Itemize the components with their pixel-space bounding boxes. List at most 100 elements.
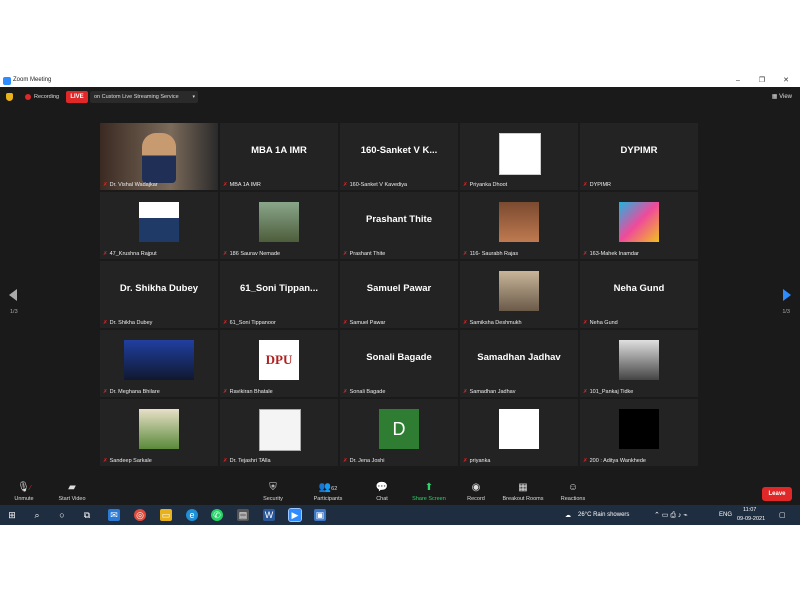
participants-button[interactable]: 👥62 Participants — [306, 481, 350, 502]
start-video-button[interactable]: ▰ Start Video — [50, 481, 94, 502]
participant-tile[interactable]: ✗ priyanka — [460, 399, 578, 466]
participant-tile[interactable]: ✗ Sandeep Sarkale — [100, 399, 218, 466]
weather-text[interactable]: 26°C Rain showers — [578, 512, 629, 518]
participant-name-label: ✗ DYPIMR — [583, 182, 611, 188]
participant-name-label: ✗ Sandeep Sarkale — [103, 458, 152, 464]
participant-tile[interactable]: ✗ Samiksha Deshmukh — [460, 261, 578, 328]
next-page-arrow-icon[interactable] — [783, 289, 791, 301]
participant-name-label: ✗ 186 Saurav Nemade — [223, 251, 280, 257]
mail-icon[interactable]: ✉ — [108, 509, 120, 521]
participant-display-name: Dr. Shikha Dubey — [119, 283, 199, 294]
participant-tile[interactable]: ✗ 116- Saurabh Rajas — [460, 192, 578, 259]
participant-tile[interactable]: 160-Sanket V K... ✗ 160-Sanket V Kavediya — [340, 123, 458, 190]
participant-tile[interactable]: ✗ 163-Mahek Inamdar — [580, 192, 698, 259]
participant-avatar — [499, 133, 541, 175]
reactions-label: Reactions — [560, 496, 586, 502]
edge-icon[interactable]: e — [186, 509, 198, 521]
participant-avatar — [259, 202, 299, 242]
whatsapp-icon[interactable]: ✆ — [211, 509, 223, 521]
language-indicator[interactable]: ENG — [719, 512, 732, 518]
window-title: Zoom Meeting — [13, 77, 52, 83]
security-button[interactable]: ⛨ Security — [251, 481, 295, 502]
file-explorer-icon[interactable]: ▭ — [160, 509, 172, 521]
share-screen-button[interactable]: ⬆ Share Screen — [407, 481, 451, 502]
participant-avatar — [139, 409, 179, 449]
participant-tile[interactable]: ✗ 101_Pankaj Tidke — [580, 330, 698, 397]
record-icon: ◉ — [471, 482, 481, 493]
participant-name-text: DYPIMR — [589, 182, 611, 188]
view-button[interactable]: ▦ View — [772, 93, 792, 100]
microphone-muted-icon: ✗ — [343, 251, 348, 257]
chat-button[interactable]: 💬 Chat — [360, 481, 404, 502]
breakout-rooms-button[interactable]: ▦ Breakout Rooms — [495, 481, 551, 502]
participant-tile[interactable]: ✗ 47_Krushna Rajput — [100, 192, 218, 259]
microphone-muted-icon: ✗ — [583, 389, 588, 395]
microphone-muted-icon: ✗ — [463, 458, 468, 464]
clock-time[interactable]: 11:07 — [743, 507, 756, 513]
participant-tile[interactable]: Dr. Shikha Dubey ✗ Dr. Shikha Dubey — [100, 261, 218, 328]
participant-tile[interactable]: ✗ Dr. Meghana Bhilare — [100, 330, 218, 397]
live-stream-dropdown[interactable]: on Custom Live Streaming Service ▾ — [90, 91, 198, 103]
participant-name-text: Dr. Vishal Wadajkar — [109, 182, 158, 188]
participant-avatar — [499, 202, 539, 242]
shield-icon[interactable] — [6, 93, 13, 101]
photos-icon[interactable]: ▣ — [314, 509, 326, 521]
participants-icon: 👥62 — [318, 482, 338, 493]
participant-tile[interactable]: ✗ 200 : Aditya Wankhede — [580, 399, 698, 466]
participant-tile[interactable]: D ✗ Dr. Jena Joshi — [340, 399, 458, 466]
reactions-icon: ☺ — [567, 482, 579, 493]
participant-display-name: Prashant Thite — [366, 214, 432, 225]
participant-tile[interactable]: ✗ Dr. Tejashri TAlla — [220, 399, 338, 466]
leave-button[interactable]: Leave — [762, 487, 792, 501]
participant-name-text: Ravikiran Bhatale — [229, 389, 273, 395]
grid-icon: ▦ — [771, 94, 778, 100]
participant-avatar — [124, 340, 194, 380]
search-icon[interactable]: ⌕ — [31, 509, 43, 521]
participant-name-label: ✗ Samiksha Deshmukh — [463, 320, 522, 326]
windows-start-icon[interactable]: ⊞ — [6, 509, 18, 521]
minimize-button[interactable]: – — [728, 75, 748, 87]
participant-name-label: ✗ 47_Krushna Rajput — [103, 251, 157, 257]
participant-tile[interactable]: DPU ✗ Ravikiran Bhatale — [220, 330, 338, 397]
notifications-icon[interactable]: ▢ — [779, 511, 786, 519]
participant-name-text: 186 Saurav Nemade — [229, 251, 281, 257]
participant-tile[interactable]: Neha Gund ✗ Neha Gund — [580, 261, 698, 328]
task-view-icon[interactable]: ⧉ — [81, 509, 93, 521]
participant-avatar — [499, 271, 539, 311]
system-tray-icons[interactable]: ⌃ ▭ ⎙ ♪ ⌁ — [654, 511, 688, 520]
microphone-muted-icon: ✗ — [463, 320, 468, 326]
store-icon[interactable]: ▤ — [237, 509, 249, 521]
record-button[interactable]: ◉ Record — [454, 481, 498, 502]
recording-icon — [25, 94, 31, 100]
microphone-muted-icon: ✗ — [103, 389, 108, 395]
participant-tile[interactable]: 61_Soni Tippan... ✗ 61_Soni Tippanoor — [220, 261, 338, 328]
share-screen-label: Share Screen — [412, 496, 446, 502]
participant-tile[interactable]: ✗ 186 Saurav Nemade — [220, 192, 338, 259]
reactions-button[interactable]: ☺ Reactions — [551, 481, 595, 502]
participant-tile[interactable]: Samuel Pawar ✗ Samuel Pawar — [340, 261, 458, 328]
maximize-button[interactable]: ❐ — [752, 75, 772, 87]
clock-date[interactable]: 09-09-2021 — [737, 516, 765, 522]
participant-tile[interactable]: Sonali Bagade ✗ Sonali Bagade — [340, 330, 458, 397]
participant-tile[interactable]: Samadhan Jadhav ✗ Samadhan Jadhav — [460, 330, 578, 397]
microphone-muted-icon: ✗ — [343, 458, 348, 464]
zoom-taskbar-icon[interactable]: ▶ — [288, 508, 302, 522]
word-icon[interactable]: W — [263, 509, 275, 521]
participant-name-text: Dr. Shikha Dubey — [109, 320, 153, 326]
participant-tile[interactable]: Prashant Thite ✗ Prashant Thite — [340, 192, 458, 259]
microphone-muted-icon: ✗ — [463, 182, 468, 188]
chrome-icon[interactable]: ◎ — [134, 509, 146, 521]
participant-tile[interactable]: MBA 1A IMR ✗ MBA 1A IMR — [220, 123, 338, 190]
participant-display-name: Sonali Bagade — [366, 352, 432, 363]
close-button[interactable]: ✕ — [776, 75, 796, 87]
participant-name-label: ✗ 200 : Aditya Wankhede — [583, 458, 646, 464]
unmute-label: Unmute — [14, 496, 34, 502]
unmute-button[interactable]: 🎙⁄ Unmute — [2, 481, 46, 502]
cortana-icon[interactable]: ○ — [56, 509, 68, 521]
participant-tile[interactable]: ✗ Dr. Vishal Wadajkar — [100, 123, 218, 190]
participant-tile[interactable]: ✗ Priyanka Dhoot — [460, 123, 578, 190]
participant-name-label: ✗ priyanka — [463, 458, 490, 464]
participant-tile[interactable]: DYPIMR ✗ DYPIMR — [580, 123, 698, 190]
security-label: Security — [263, 496, 283, 502]
previous-page-arrow-icon[interactable] — [9, 289, 17, 301]
